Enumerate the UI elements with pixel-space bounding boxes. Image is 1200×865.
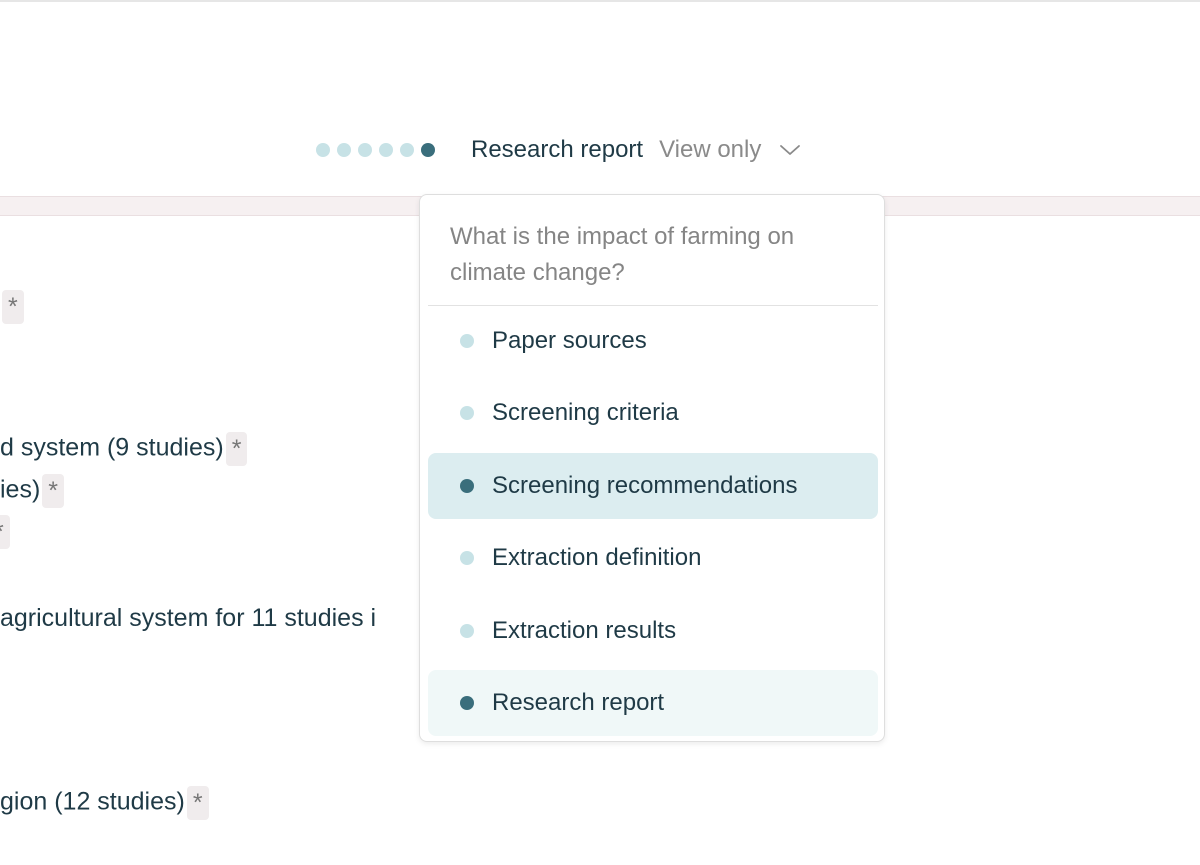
menu-item-research-report[interactable]: Research report — [428, 670, 878, 736]
step-dot-1 — [316, 143, 330, 157]
document-line-text: d system (9 studies) — [0, 433, 224, 462]
menu-item-extraction-definition[interactable]: Extraction definition — [428, 525, 878, 591]
step-dot-4 — [379, 143, 393, 157]
menu-item-label: Paper sources — [492, 327, 647, 354]
step-dot-5 — [400, 143, 414, 157]
step-dot-icon — [460, 624, 474, 638]
top-border — [0, 0, 1200, 2]
step-dot-2 — [337, 143, 351, 157]
menu-item-screening-recommendations[interactable]: Screening recommendations — [428, 453, 878, 519]
access-mode: View only — [659, 136, 762, 163]
document-line: ies) * — [0, 474, 65, 508]
menu-item-extraction-results[interactable]: Extraction results — [428, 598, 878, 664]
step-dot-6 — [421, 143, 435, 157]
step-switcher[interactable]: Research report View only — [316, 128, 801, 172]
menu-item-label: Screening recommendations — [492, 472, 798, 499]
step-progress — [316, 143, 435, 157]
step-dot-icon — [460, 479, 474, 493]
document-line: * — [0, 515, 10, 549]
menu-item-label: Extraction definition — [492, 544, 702, 571]
document-line: agricultural system for 11 studies i — [0, 604, 376, 633]
citation-icon[interactable]: * — [2, 290, 24, 324]
menu-item-label: Research report — [492, 689, 665, 716]
chevron-down-icon[interactable] — [779, 143, 801, 157]
document-line: d system (9 studies) * — [0, 432, 248, 466]
citation-icon[interactable]: * — [0, 515, 10, 549]
step-dot-3 — [358, 143, 372, 157]
step-dot-icon — [460, 551, 474, 565]
divider — [428, 305, 878, 306]
document-line-text: agricultural system for 11 studies i — [0, 604, 377, 632]
current-step-title[interactable]: Research report — [471, 136, 643, 164]
step-dot-icon — [460, 406, 474, 420]
citation-icon[interactable]: * — [186, 786, 209, 820]
citation-icon[interactable]: * — [225, 432, 248, 466]
document-line-text: gion (12 studies) — [0, 787, 185, 816]
document-line: * — [0, 290, 24, 324]
step-dot-icon — [460, 334, 474, 348]
menu-item-label: Extraction results — [492, 617, 677, 644]
document-line-text: ies) — [0, 475, 41, 504]
document-line: gion (12 studies) * — [0, 786, 209, 820]
step-dot-icon — [460, 696, 474, 710]
steps-dropdown: What is the impact of farming on climate… — [419, 194, 885, 742]
research-question: What is the impact of farming on climate… — [450, 223, 795, 286]
citation-icon[interactable]: * — [42, 474, 65, 508]
menu-item-screening-criteria[interactable]: Screening criteria — [428, 380, 878, 446]
menu-item-paper-sources[interactable]: Paper sources — [428, 308, 878, 374]
menu-item-label: Screening criteria — [492, 399, 679, 426]
